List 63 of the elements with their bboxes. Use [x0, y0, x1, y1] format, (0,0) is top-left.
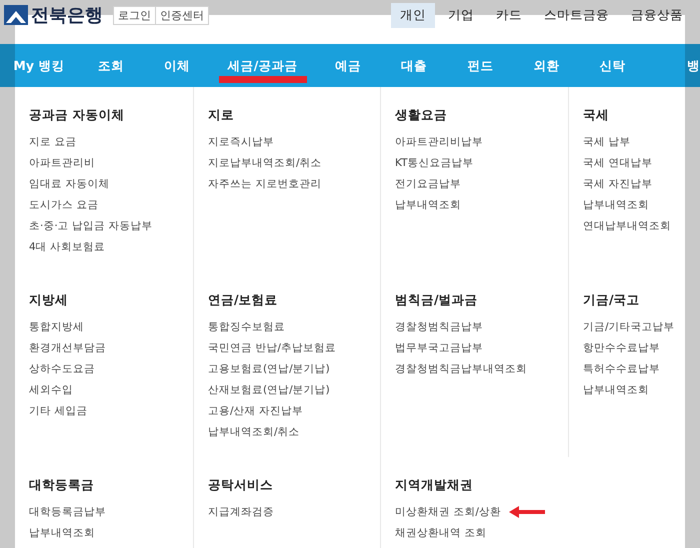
menu-link[interactable]: 경찰청범칙금납부내역조회 [395, 362, 527, 376]
section-heading: 공탁서비스 [208, 477, 274, 494]
menu-link[interactable]: 납부내역조회/취소 [208, 424, 300, 438]
menu-link[interactable]: 기금/기타국고납부 [583, 320, 675, 334]
section-heading: 공과금 자동이체 [29, 107, 126, 124]
section-heading: 국세 [583, 107, 610, 124]
menu-link[interactable]: 납부내역조회 [29, 526, 95, 540]
menu-link[interactable]: 납부내역조회 [395, 198, 461, 212]
section-heading: 기금/국고 [583, 292, 641, 309]
menu-link[interactable]: 지로납부내역조회/취소 [208, 156, 322, 170]
logo-icon [4, 5, 28, 25]
menu-link[interactable]: 임대료 자동이체 [29, 176, 110, 190]
menu-link[interactable]: 법무부국고금납부 [395, 340, 483, 354]
menu-link[interactable]: 도시가스 요금 [29, 198, 98, 212]
utility-link[interactable]: 인증센터 [155, 6, 208, 24]
menu-link[interactable]: 상하수도요금 [29, 362, 95, 376]
menu-link[interactable]: 산재보험료(연납/분기납) [208, 382, 330, 396]
top-nav-tab[interactable]: 카드 [487, 2, 531, 28]
menu-link[interactable]: 항만수수료납부 [583, 340, 660, 354]
menu-link[interactable]: 지로 요금 [29, 134, 76, 148]
menu-link[interactable]: 기타 세입금 [29, 404, 88, 418]
menu-link[interactable]: KT통신요금납부 [395, 156, 474, 170]
menu-link[interactable]: 전기요금납부 [395, 176, 461, 190]
section-heading: 연금/보험료 [208, 292, 279, 309]
menu-link[interactable]: 대학등록금납부 [29, 504, 106, 518]
menu-link[interactable]: 통합지방세 [29, 320, 84, 334]
menu-link[interactable]: 세외수입 [29, 382, 73, 396]
menu-link[interactable]: 국세 납부 [583, 134, 630, 148]
bank-logo-text[interactable]: 전북은행 [31, 3, 103, 27]
menu-link[interactable]: 납부내역조회 [583, 198, 649, 212]
arrow-icon [506, 504, 547, 518]
section-heading: 생활요금 [395, 107, 448, 124]
main-nav-tab[interactable]: 뱅 [646, 44, 700, 87]
top-nav-tab[interactable]: 스마트금융 [535, 2, 618, 28]
section-heading: 지방세 [29, 292, 69, 309]
menu-link[interactable]: 미상환채권 조회/상환 [395, 504, 501, 518]
menu-link[interactable]: 특허수수료납부 [583, 362, 660, 376]
menu-link[interactable]: 통합징수보험료 [208, 320, 285, 334]
menu-link[interactable]: 자주쓰는 지로번호관리 [208, 176, 322, 190]
menu-link[interactable]: 아파트관리비 [29, 156, 95, 170]
top-nav-tab[interactable]: 기업 [439, 2, 483, 28]
menu-link[interactable]: 초·중·고 납입금 자동납부 [29, 218, 152, 232]
section-heading: 지로 [208, 107, 235, 124]
menu-link[interactable]: 국세 자진납부 [583, 176, 652, 190]
menu-link[interactable]: 연대납부내역조회 [583, 218, 671, 232]
menu-link[interactable]: 고용보험료(연납/분기납) [208, 362, 330, 376]
section-heading: 대학등록금 [29, 477, 95, 494]
top-nav-tab[interactable]: 금융상품 [622, 2, 692, 28]
menu-link[interactable]: 고용/산재 자진납부 [208, 404, 303, 418]
menu-link[interactable]: 지로즉시납부 [208, 134, 274, 148]
menu-link[interactable]: 국민연금 반납/추납보험료 [208, 340, 336, 354]
utility-link[interactable]: 로그인 [114, 6, 155, 24]
menu-link[interactable]: 아파트관리비납부 [395, 134, 483, 148]
section-heading: 지역개발채권 [395, 477, 474, 494]
menu-link[interactable]: 환경개선부담금 [29, 340, 106, 354]
menu-link[interactable]: 4대 사회보험료 [29, 240, 106, 254]
menu-link[interactable]: 지급계좌검증 [208, 504, 274, 518]
menu-link[interactable]: 경찰청범칙금납부 [395, 320, 483, 334]
menu-link[interactable]: 납부내역조회 [583, 382, 649, 396]
menu-link[interactable]: 채권상환내역 조회 [395, 526, 486, 540]
section-heading: 범칙금/벌과금 [395, 292, 479, 309]
menu-link[interactable]: 국세 연대납부 [583, 156, 652, 170]
top-nav-tab[interactable]: 개인 [391, 2, 435, 28]
